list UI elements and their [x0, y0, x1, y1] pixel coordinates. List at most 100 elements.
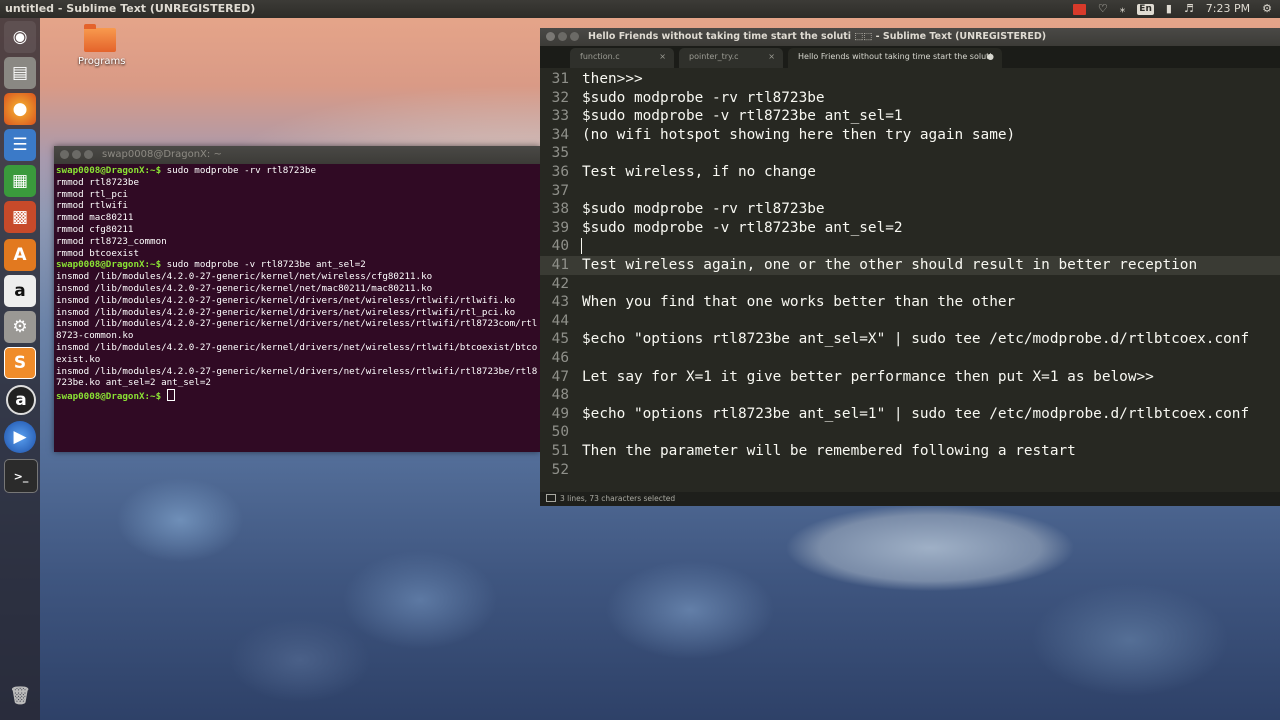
editor-line[interactable]: 45 $echo "options rtl8723be ant_sel=X" | … [540, 330, 1280, 349]
terminal-text: insmod /lib/modules/4.2.0-27-generic/ker… [56, 294, 516, 306]
terminal-line: rmmod mac80211 [56, 212, 538, 224]
editor-line[interactable]: 40 [540, 237, 1280, 256]
close-button[interactable] [546, 32, 555, 41]
update-notifier-icon[interactable] [1072, 3, 1086, 15]
terminal-line: rmmod rtl8723be [56, 177, 538, 189]
editor-line[interactable]: 37 [540, 182, 1280, 201]
writer-icon[interactable]: ☰ [4, 129, 36, 161]
terminal-line: insmod /lib/modules/4.2.0-27-generic/ker… [56, 307, 538, 319]
terminal-line: insmod /lib/modules/4.2.0-27-generic/ker… [56, 366, 538, 390]
terminal-prompt: swap0008@DragonX:~$ [56, 391, 162, 403]
trash-icon[interactable]: 🗑 [4, 680, 36, 712]
desktop-icon-label: Programs [78, 56, 126, 67]
terminal-text: insmod /lib/modules/4.2.0-27-generic/ker… [56, 271, 433, 283]
editor-line[interactable]: 42 [540, 275, 1280, 294]
terminal-text: insmod /lib/modules/4.2.0-27-generic/ker… [56, 282, 433, 294]
close-button[interactable] [60, 150, 69, 159]
console-toggle-icon[interactable] [546, 494, 556, 502]
maximize-button[interactable] [570, 32, 579, 41]
editor-line[interactable]: 41 Test wireless again, one or the other … [540, 256, 1280, 275]
battery-icon[interactable]: ▮ [1166, 0, 1172, 18]
amazon-icon[interactable]: a [4, 275, 36, 307]
software-center-icon[interactable]: A [4, 239, 36, 271]
tab-hello-friends[interactable]: Hello Friends without taking time start … [788, 48, 1002, 68]
editor-line[interactable]: 39 $sudo modprobe -v rtl8723be ant_sel=2 [540, 219, 1280, 238]
line-number: 36 [551, 164, 569, 180]
editor-line[interactable]: 35 [540, 144, 1280, 163]
terminal-cursor [166, 389, 175, 402]
line-number: 31 [551, 71, 569, 87]
editor-line[interactable]: 34 (no wifi hotspot showing here then try… [540, 126, 1280, 145]
terminal-text: rmmod rtl8723_common [56, 235, 167, 247]
editor-line[interactable]: 47 Let say for X=1 it give better perform… [540, 368, 1280, 387]
power-gear-icon[interactable]: ⚙ [1262, 0, 1272, 18]
calc-icon[interactable]: ▦ [4, 165, 36, 197]
terminal-line: rmmod rtl8723_common [56, 236, 538, 248]
terminal-icon[interactable]: >_ [4, 459, 38, 493]
firefox-icon[interactable]: ● [4, 93, 36, 125]
line-number: 51 [551, 443, 569, 459]
line-text: $echo "options rtl8723be ant_sel=X" | su… [582, 331, 1250, 348]
volume-icon[interactable]: ♬ [1184, 0, 1194, 18]
unsaved-dot-icon[interactable]: ● [987, 48, 994, 66]
editor-line[interactable]: 49 $echo "options rtl8723be ant_sel=1" | … [540, 405, 1280, 424]
terminal-line: swap0008@DragonX:~$ sudo modprobe -rv rt… [56, 165, 538, 177]
line-text: $sudo modprobe -rv rtl8723be [582, 201, 825, 218]
settings-icon[interactable]: ⚙ [4, 311, 36, 343]
sublime-text-icon[interactable]: S [4, 347, 36, 379]
line-number: 46 [551, 350, 569, 366]
line-number: 39 [551, 219, 569, 236]
files-icon[interactable]: ▤ [4, 57, 36, 89]
sublime-text-window[interactable]: Hello Friends without taking time start … [540, 28, 1280, 506]
terminal-titlebar[interactable]: swap0008@DragonX: ~ [54, 146, 540, 164]
video-player-icon[interactable]: ▶ [4, 421, 36, 453]
line-number: 49 [551, 405, 569, 422]
editor-area[interactable]: 31 then>>> 32 $sudo modprobe -rv rtl8723be 3… [540, 68, 1280, 492]
editor-line[interactable]: 32 $sudo modprobe -rv rtl8723be [540, 89, 1280, 108]
clock[interactable]: 7:23 PM [1206, 0, 1250, 18]
editor-line[interactable]: 44 [540, 312, 1280, 331]
bluetooth-icon[interactable]: ⁎ [1120, 0, 1126, 18]
editor-line[interactable]: 33 $sudo modprobe -v rtl8723be ant_sel=1 [540, 107, 1280, 126]
editor-line[interactable]: 43 When you find that one works better th… [540, 293, 1280, 312]
terminal-text: rmmod cfg80211 [56, 223, 134, 235]
terminal-line: rmmod rtl_pci [56, 189, 538, 201]
network-icon[interactable]: ♡ [1098, 0, 1108, 18]
line-number: 37 [551, 182, 569, 199]
terminal-output[interactable]: swap0008@DragonX:~$ sudo modprobe -rv rt… [54, 164, 540, 404]
line-number: 41 [551, 257, 569, 273]
close-tab-icon[interactable]: × [659, 48, 666, 66]
terminal-line: insmod /lib/modules/4.2.0-27-generic/ker… [56, 342, 538, 366]
editor-line[interactable]: 50 [540, 423, 1280, 442]
text-caret [581, 238, 582, 255]
maximize-button[interactable] [84, 150, 93, 159]
keyboard-language[interactable]: En [1137, 3, 1154, 15]
impress-icon[interactable]: ▩ [4, 201, 36, 233]
tab-pointer-try-c[interactable]: pointer_try.c × [679, 48, 783, 68]
editor-line[interactable]: 38 $sudo modprobe -rv rtl8723be [540, 200, 1280, 219]
editor-line[interactable]: 36 Test wireless, if no change [540, 163, 1280, 182]
line-number: 50 [551, 424, 569, 441]
line-number: 40 [551, 238, 569, 255]
dash-icon[interactable]: ◉ [4, 21, 36, 53]
editor-line[interactable]: 52 [540, 461, 1280, 480]
minimize-button[interactable] [72, 150, 81, 159]
terminal-text: rmmod rtl8723be [56, 176, 139, 188]
terminal-window[interactable]: swap0008@DragonX: ~ swap0008@DragonX:~$ … [54, 146, 540, 452]
editor-line[interactable]: 31 then>>> [540, 70, 1280, 89]
editor-line[interactable]: 48 [540, 386, 1280, 405]
close-tab-icon[interactable]: × [768, 48, 775, 66]
line-number: 42 [551, 275, 569, 292]
amazon-alt-icon[interactable]: a [6, 385, 36, 415]
editor-line[interactable]: 51 Then the parameter will be remembered … [540, 442, 1280, 461]
minimize-button[interactable] [558, 32, 567, 41]
desktop-programs-folder[interactable]: Programs [78, 24, 126, 67]
sublime-titlebar[interactable]: Hello Friends without taking time start … [540, 28, 1280, 46]
editor-line[interactable]: 46 [540, 349, 1280, 368]
terminal-text: sudo modprobe -v rtl8723be ant_sel=2 [161, 259, 366, 271]
terminal-text: rmmod btcoexist [56, 247, 139, 259]
tab-function-c[interactable]: function.c × [570, 48, 674, 68]
tab-label: function.c [580, 52, 620, 61]
terminal-prompt: swap0008@DragonX:~$ [56, 165, 162, 176]
terminal-text: rmmod rtl_pci [56, 188, 128, 200]
